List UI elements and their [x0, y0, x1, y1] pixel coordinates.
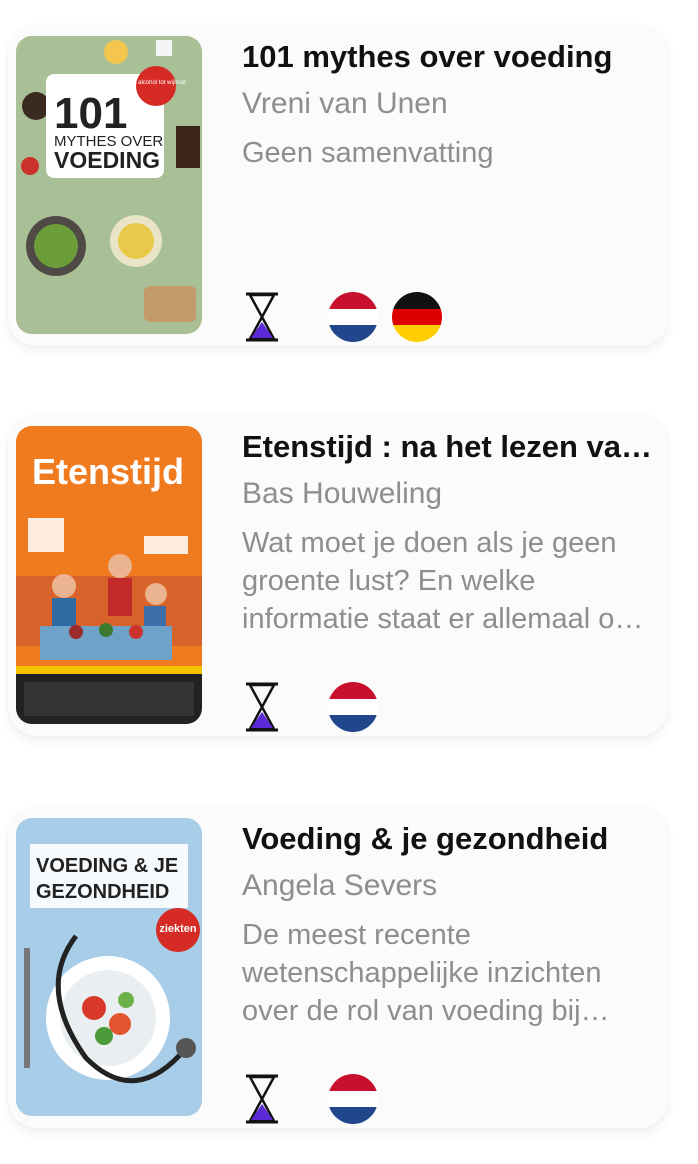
book-title[interactable]: Voeding & je gezondheid — [242, 820, 652, 858]
hourglass-icon — [244, 1074, 280, 1124]
book-info: Etenstijd : na het lezen van dit boek we… — [242, 428, 652, 638]
cover-sticker: Van alcohol tot wijnruit — [126, 80, 186, 86]
book-summary: De meest recente wetenschappelijke inzic… — [242, 919, 602, 1027]
book-author: Bas Houweling — [242, 477, 443, 510]
book-cover[interactable]: VOEDING & JE GEZONDHEID ziekten — [16, 818, 202, 1116]
book-meta — [244, 682, 392, 732]
book-meta — [244, 1074, 392, 1124]
book-list: Van alcohol tot wijnruit 101 MYTHES OVER… — [0, 0, 698, 1164]
book-title[interactable]: 101 mythes over voeding — [242, 38, 652, 76]
nl-flag-icon — [328, 292, 378, 342]
cover-number: 101 — [54, 89, 127, 138]
cover-sticker: ziekten — [159, 923, 197, 935]
book-author: Angela Severs — [242, 869, 438, 902]
book-card[interactable]: Etenstijd Etenstijd : na het lezen van B… — [8, 414, 668, 736]
book-title[interactable]: Etenstijd : na het lezen van dit boek we… — [242, 428, 652, 466]
de-flag-icon — [392, 292, 442, 342]
book-meta — [244, 292, 456, 342]
book-summary: Wat moet je doen als je geen groente lus… — [242, 527, 631, 635]
cover-line2: VOEDING — [54, 147, 160, 173]
hourglass-icon — [244, 682, 280, 732]
book-author: Vreni van Unen — [242, 87, 448, 120]
cover-heading: Etenstijd — [32, 451, 184, 492]
nl-flag-icon — [328, 1074, 378, 1124]
book-cover[interactable]: Van alcohol tot wijnruit 101 MYTHES OVER… — [16, 36, 202, 334]
book-card[interactable]: VOEDING & JE GEZONDHEID ziekten Voeding … — [8, 806, 668, 1128]
book-cover[interactable]: Etenstijd — [16, 426, 202, 724]
book-info: 101 mythes over voeding Vreni van Unen G… — [242, 38, 652, 172]
cover-line2: GEZONDHEID — [36, 881, 169, 903]
nl-flag-icon — [328, 682, 378, 732]
book-info: Voeding & je gezondheid Angela Severs De… — [242, 820, 652, 1030]
hourglass-icon — [244, 292, 280, 342]
cover-line1: VOEDING & JE — [36, 855, 178, 877]
book-summary: Geen samenvatting — [242, 137, 494, 169]
book-card[interactable]: Van alcohol tot wijnruit 101 MYTHES OVER… — [8, 24, 668, 346]
